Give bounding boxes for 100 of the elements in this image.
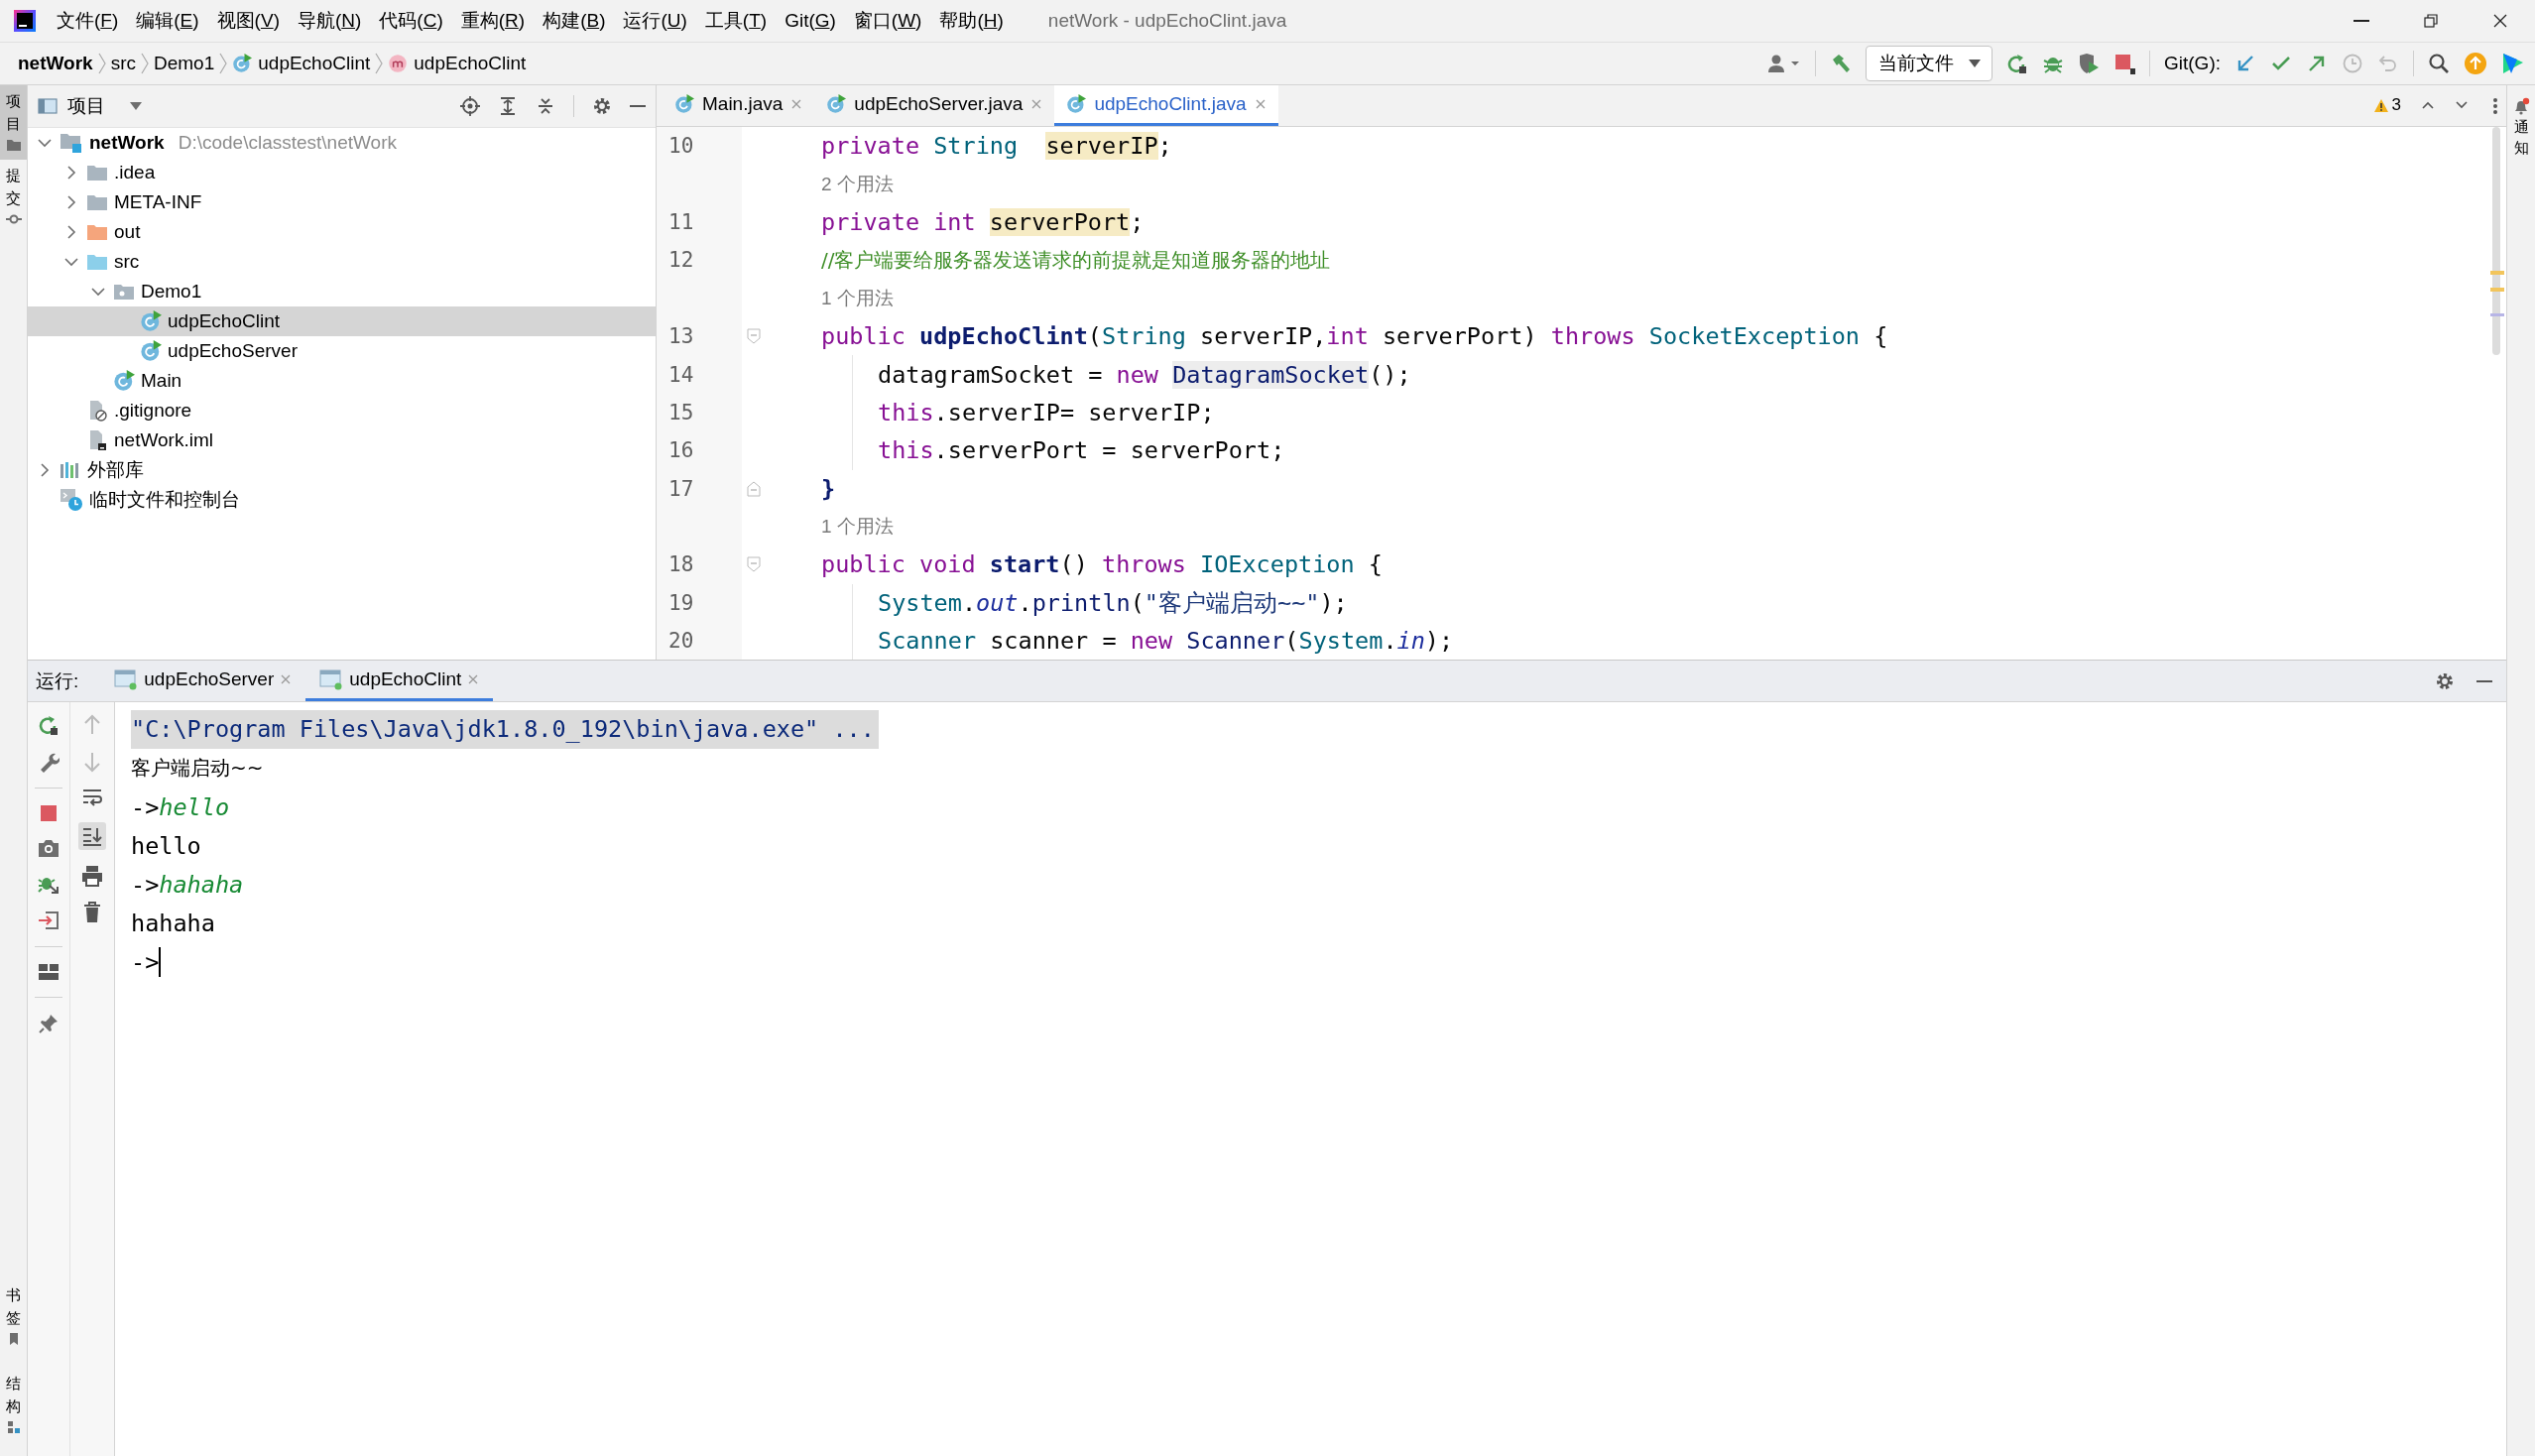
scrollbar-thumb[interactable] xyxy=(2492,127,2500,355)
tree-item[interactable]: Main xyxy=(28,366,656,396)
usage-marker[interactable] xyxy=(2490,313,2504,316)
tree-item[interactable]: 外部库 xyxy=(28,455,656,485)
scroll-to-end-icon[interactable] xyxy=(81,825,103,847)
menu-item[interactable]: 文件(F) xyxy=(48,4,128,38)
usage-hint[interactable]: 1 个用法 xyxy=(765,514,894,541)
breadcrumb-item[interactable]: udpEchoClint xyxy=(414,53,527,74)
fold-end-marker-icon[interactable] xyxy=(746,480,761,497)
warning-count[interactable]: 3 xyxy=(2372,95,2401,115)
fold-marker-icon[interactable] xyxy=(746,328,761,345)
menu-item[interactable]: 窗口(W) xyxy=(844,4,931,38)
minimize-icon[interactable] xyxy=(2476,679,2492,682)
source-folder-icon xyxy=(86,252,108,272)
menu-item[interactable]: 导航(N) xyxy=(288,4,371,38)
pin-icon[interactable] xyxy=(38,1013,60,1034)
breadcrumb-item[interactable]: udpEchoClint xyxy=(258,53,371,74)
folder-icon xyxy=(86,192,108,212)
tree-item[interactable]: .gitignore xyxy=(28,396,656,425)
print-icon[interactable] xyxy=(81,865,103,887)
line-number: 11 xyxy=(667,208,695,236)
tree-item[interactable]: 临时文件和控制台 xyxy=(28,485,656,515)
hammer-icon[interactable] xyxy=(1830,53,1852,74)
menu-item[interactable]: 编辑(E) xyxy=(127,4,208,38)
menu-item[interactable]: 工具(T) xyxy=(695,4,777,38)
close-icon[interactable] xyxy=(1254,98,1267,110)
expand-all-icon[interactable] xyxy=(498,96,518,116)
search-icon[interactable] xyxy=(2428,53,2450,74)
code-line: //客户端要给服务器发送请求的前提就是知道服务器的地址 xyxy=(820,246,1331,274)
tree-item[interactable]: .idea xyxy=(28,158,656,187)
separator-icon xyxy=(374,53,385,74)
toolbox-logo-icon[interactable] xyxy=(2501,52,2525,75)
minimize-icon xyxy=(2354,20,2369,22)
file-name: src xyxy=(114,251,140,273)
run-tab[interactable]: udpEchoClint xyxy=(305,661,494,701)
tree-item[interactable]: src xyxy=(28,247,656,277)
menu-item[interactable]: Git(G) xyxy=(776,6,845,36)
camera-icon[interactable] xyxy=(38,838,60,858)
scratch-console-icon xyxy=(60,488,83,512)
editor-tab[interactable]: udpEchoServer.java xyxy=(814,85,1055,126)
console-output: hello xyxy=(131,831,201,860)
menu-item[interactable]: 视图(V) xyxy=(207,4,289,38)
warning-icon xyxy=(2372,97,2389,113)
soft-wrap-icon[interactable] xyxy=(81,788,103,807)
more-options-icon[interactable] xyxy=(2492,95,2498,116)
menu-item[interactable]: 重构(R) xyxy=(451,4,535,38)
tree-item[interactable]: META-INF xyxy=(28,187,656,217)
editor-tab[interactable]: udpEchoClint.java xyxy=(1054,85,1278,126)
breadcrumb-item[interactable]: netWork xyxy=(18,53,93,74)
run-configuration-dropdown[interactable]: 当前文件 xyxy=(1866,46,1992,81)
class-icon xyxy=(113,370,135,392)
menu-item[interactable]: 帮助(H) xyxy=(930,4,1013,38)
run-tab[interactable]: udpEchoServer xyxy=(100,661,306,701)
breadcrumb-item[interactable]: Demo1 xyxy=(154,53,215,74)
warning-marker[interactable] xyxy=(2490,288,2504,292)
stop-icon[interactable] xyxy=(2113,53,2135,74)
collapse-all-icon[interactable] xyxy=(536,96,555,116)
close-icon[interactable] xyxy=(1030,98,1043,110)
tree-item[interactable]: Demo1 xyxy=(28,277,656,306)
rerun-icon[interactable] xyxy=(38,714,60,736)
close-icon[interactable] xyxy=(790,98,803,110)
tool-window-tab[interactable]: 书签 xyxy=(0,1279,27,1354)
tree-item[interactable]: udpEchoClint xyxy=(28,306,656,336)
settings-icon[interactable] xyxy=(592,96,612,116)
notifications-tab[interactable]: 通知 xyxy=(2512,93,2530,160)
tool-window-tab[interactable]: 提交 xyxy=(0,160,27,234)
tree-item[interactable]: out xyxy=(28,217,656,247)
tree-item[interactable]: udpEchoServer xyxy=(28,336,656,366)
class-icon xyxy=(674,94,694,114)
class-icon xyxy=(140,310,162,332)
layout-icon[interactable] xyxy=(38,962,60,982)
locate-icon[interactable] xyxy=(460,96,480,116)
tool-window-tab[interactable]: 结构 xyxy=(0,1368,27,1442)
close-icon[interactable] xyxy=(467,673,480,685)
editor-tab[interactable]: Main.java xyxy=(663,85,815,126)
class-icon xyxy=(232,54,253,73)
file-name: Demo1 xyxy=(141,281,202,303)
menu-item[interactable]: 运行(U) xyxy=(614,4,696,38)
close-icon[interactable] xyxy=(280,673,293,685)
tool-window-tab[interactable]: 项目 xyxy=(0,85,27,160)
file-name: 外部库 xyxy=(87,458,144,482)
rerun-icon[interactable] xyxy=(2006,53,2028,74)
usage-hint[interactable]: 2 个用法 xyxy=(765,171,894,197)
panel-title-dropdown[interactable]: 项目 xyxy=(67,93,143,119)
trash-icon[interactable] xyxy=(82,902,102,923)
breadcrumb-item[interactable]: src xyxy=(110,53,136,74)
project-folder-icon xyxy=(60,132,83,154)
menu-item[interactable]: 构建(B) xyxy=(534,4,615,38)
tree-item[interactable]: netWork.iml xyxy=(28,425,656,455)
warning-marker[interactable] xyxy=(2490,271,2504,275)
fold-marker-icon[interactable] xyxy=(746,556,761,573)
usage-hint[interactable]: 1 个用法 xyxy=(765,285,894,311)
coverage-icon[interactable] xyxy=(2078,53,2100,74)
package-icon xyxy=(113,282,135,302)
settings-icon[interactable] xyxy=(2435,670,2455,691)
separator-icon xyxy=(140,53,150,74)
tree-item[interactable]: netWork D:\code\classtest\netWork xyxy=(28,128,656,158)
user-icon[interactable] xyxy=(1767,54,1801,73)
menu-item[interactable]: 代码(C) xyxy=(370,4,452,38)
login-icon[interactable] xyxy=(38,910,60,931)
